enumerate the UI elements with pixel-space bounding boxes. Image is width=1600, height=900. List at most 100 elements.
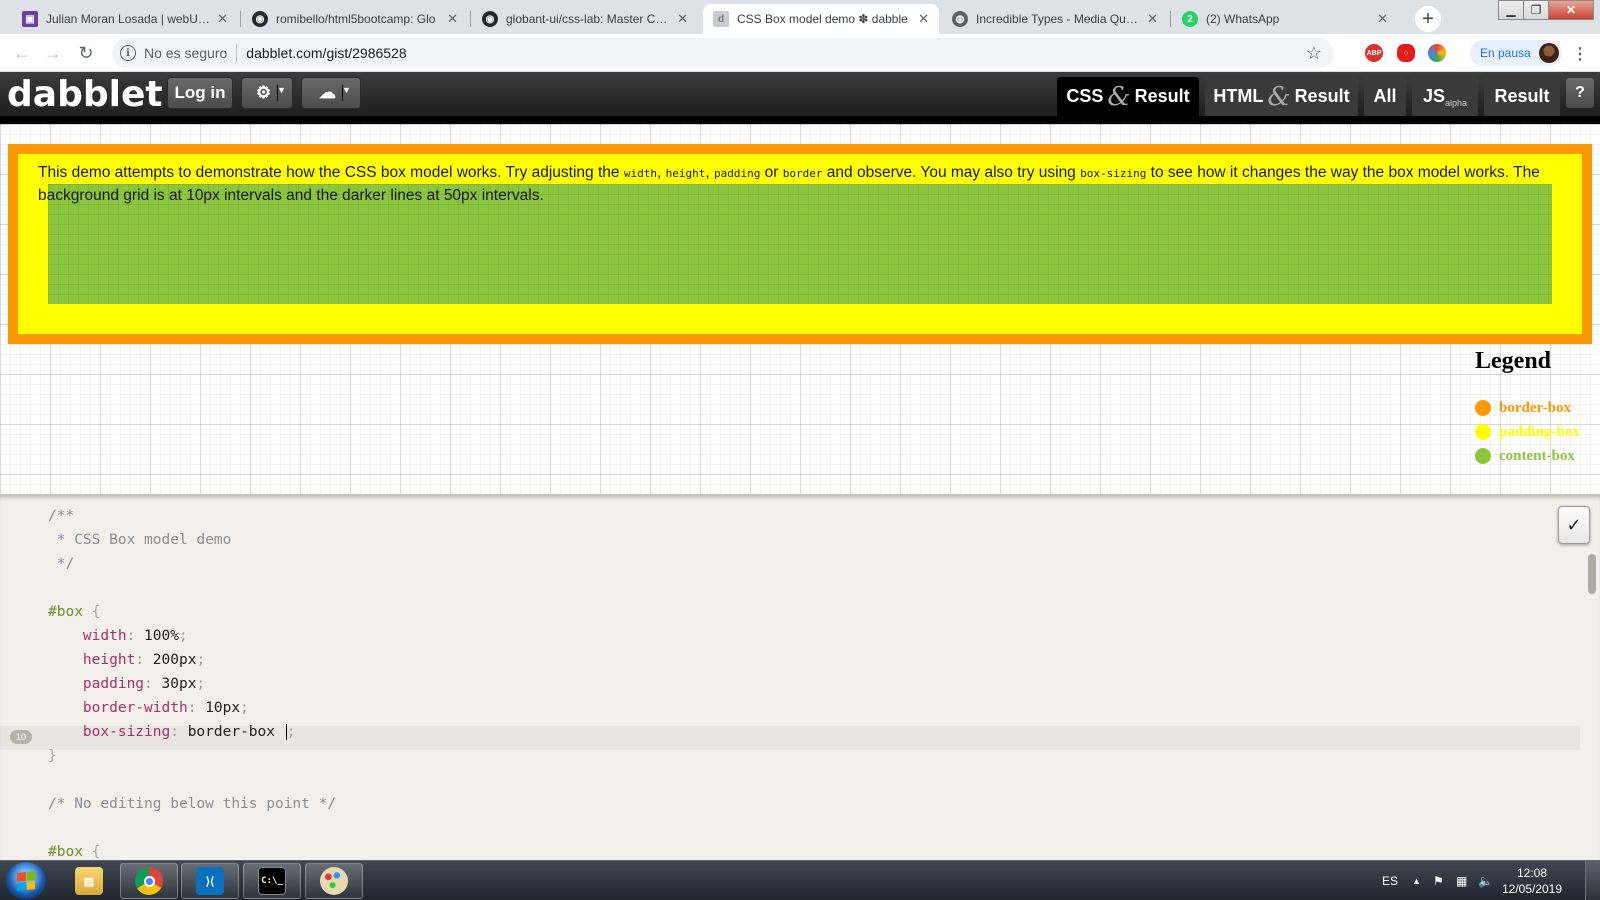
tab-separator	[1170, 11, 1171, 27]
help-button[interactable]: ?	[1566, 78, 1594, 108]
browser-tab[interactable]: ▣ Julian Moran Losada | webUIGL ✕	[12, 4, 238, 34]
info-icon[interactable]: i	[120, 45, 136, 61]
browser-tab-active[interactable]: d CSS Box model demo ✽ dabble ✕	[703, 4, 939, 34]
code-line[interactable]: padding: 30px;	[48, 672, 205, 696]
browser-tab[interactable]: ◉ romibello/html5bootcamp: Glo ✕	[242, 4, 468, 34]
code-line[interactable]: * CSS Box model demo	[48, 528, 232, 552]
forward-arrow-icon[interactable]: →	[41, 41, 65, 65]
browser-tab[interactable]: 2 (2) WhatsApp ✕	[1172, 4, 1398, 34]
back-arrow-icon[interactable]: ←	[10, 41, 34, 65]
reload-icon[interactable]: ↻	[74, 41, 98, 65]
tab-label-main: HTML	[1213, 86, 1264, 106]
text-part: and observe. You may also try using	[822, 164, 1081, 181]
tab-title: CSS Box model demo ✽ dabble	[737, 12, 908, 26]
chevron-down-icon: ▼	[342, 85, 351, 101]
code-line[interactable]: border-width: 10px;	[48, 696, 249, 720]
code-line[interactable]: height: 200px;	[48, 648, 205, 672]
tab-css-result[interactable]: CSS & Result	[1057, 77, 1199, 116]
file-explorer-icon: ▤	[75, 867, 103, 895]
dabblet-icon: d	[713, 11, 729, 27]
check-button[interactable]: ✓	[1558, 506, 1590, 544]
close-window-button[interactable]: ✕	[1548, 0, 1594, 20]
tab-js[interactable]: JS alpha	[1412, 77, 1478, 116]
clock-date: 12/05/2019	[1501, 882, 1563, 896]
tab-label-main: JS	[1422, 86, 1445, 106]
result-pane: This demo attempts to demonstrate how th…	[0, 124, 1600, 494]
legend-swatch	[1475, 400, 1491, 416]
address-bar[interactable]: i No es seguro dabblet.com/gist/2986528 …	[112, 38, 1334, 68]
browser-tab[interactable]: ◉ globant-ui/css-lab: Master CSS ✕	[472, 4, 698, 34]
tab-separator	[470, 11, 471, 27]
login-button[interactable]: Log in	[167, 77, 233, 109]
url-text[interactable]: dabblet.com/gist/2986528	[246, 45, 406, 61]
code-line-current[interactable]: box-sizing: border-box ;	[48, 720, 295, 744]
tab-html-result[interactable]: HTML & Result	[1205, 77, 1358, 116]
security-status[interactable]: No es seguro	[144, 45, 227, 61]
code-line[interactable]: /**	[48, 504, 74, 528]
profile-button[interactable]: En pausa	[1470, 40, 1562, 66]
color-picker-icon[interactable]	[1428, 44, 1446, 62]
tab-result[interactable]: Result	[1484, 77, 1560, 116]
tab-label-rest: Result	[1134, 86, 1190, 106]
action-center-icon[interactable]: ⚑	[1433, 861, 1444, 900]
volume-icon[interactable]: 🔈	[1478, 861, 1493, 900]
show-hidden-icons-icon[interactable]: ▲	[1412, 861, 1421, 900]
code-comment: /**	[48, 508, 75, 524]
code-selector: #box	[48, 604, 83, 620]
tab-label-sub: alpha	[1445, 97, 1468, 108]
cmd-icon: C:\_	[258, 867, 286, 895]
code-brace: {	[82, 604, 101, 620]
text-part: ,	[656, 164, 666, 181]
browser-tab[interactable]: ◍ Incredible Types - Media Querie ✕	[942, 4, 1168, 34]
opera-vpn-icon[interactable]: ○	[1397, 44, 1415, 62]
new-tab-button[interactable]: +	[1415, 6, 1441, 32]
legend-label: content-box	[1499, 447, 1575, 464]
code-line[interactable]: }	[48, 744, 57, 768]
vscode-icon: ⟩⟨	[196, 867, 224, 895]
start-button[interactable]	[6, 862, 46, 900]
taskbar-app-paint[interactable]	[305, 863, 363, 899]
tab-title: Incredible Types - Media Querie	[976, 12, 1142, 26]
editor-scrollbar[interactable]	[1588, 554, 1596, 594]
system-clock[interactable]: 12:08 12/05/2019	[1500, 865, 1564, 897]
tab-close-icon[interactable]: ✕	[677, 11, 688, 27]
code-line[interactable]: width: 100%;	[48, 624, 188, 648]
tab-close-icon[interactable]: ✕	[217, 11, 228, 27]
tab-close-icon[interactable]: ✕	[1377, 11, 1388, 27]
code-comment: * CSS Box model demo	[48, 532, 232, 548]
bookmark-star-icon[interactable]: ☆	[1306, 43, 1322, 64]
legend-title: Legend	[1475, 348, 1552, 374]
cloud-save-button[interactable]: ☁ ▼	[301, 77, 361, 109]
taskbar-app-vscode[interactable]: ⟩⟨	[181, 863, 239, 899]
taskbar-app-file-explorer[interactable]: ▤	[60, 863, 118, 899]
tab-title: globant-ui/css-lab: Master CSS	[506, 12, 672, 26]
code-property: border-width	[82, 700, 188, 716]
code-line[interactable]: */	[48, 552, 74, 576]
browser-tabstrip: ▣ Julian Moran Losada | webUIGL ✕ ◉ romi…	[0, 0, 1600, 34]
code-line[interactable]: /* No editing below this point */	[48, 792, 336, 816]
tab-close-icon[interactable]: ✕	[918, 11, 929, 27]
settings-button[interactable]: ⚙ ▼	[241, 77, 293, 109]
adblock-plus-icon[interactable]: ABP	[1365, 44, 1383, 62]
network-icon[interactable]: ▦	[1456, 861, 1467, 900]
taskbar-app-chrome[interactable]	[120, 863, 178, 899]
language-indicator[interactable]: ES	[1382, 861, 1398, 900]
header-bottom-bar	[0, 116, 1600, 124]
maximize-window-button[interactable]: ❐	[1523, 0, 1549, 20]
minimize-window-button[interactable]: ▁	[1498, 0, 1524, 20]
tab-label-rest: Result	[1294, 86, 1350, 106]
dabblet-logo[interactable]: dabblet	[7, 72, 163, 116]
tab-all[interactable]: All	[1364, 77, 1406, 116]
text-part: or	[760, 164, 783, 181]
css-editor[interactable]: 10 /** * CSS Box model demo */ #box { wi…	[0, 494, 1600, 860]
menu-kebab-icon[interactable]: ⋮	[1572, 44, 1588, 64]
code-line[interactable]: #box {	[48, 600, 100, 624]
code-line[interactable]: #box {	[48, 840, 100, 860]
chevron-down-icon: ▼	[277, 85, 286, 101]
tab-close-icon[interactable]: ✕	[447, 11, 458, 27]
taskbar-app-cmd[interactable]: C:\_	[243, 863, 301, 899]
globe-icon: ◍	[952, 11, 968, 27]
tab-close-icon[interactable]: ✕	[1147, 11, 1158, 27]
show-desktop-button[interactable]	[1585, 861, 1600, 900]
clock-time: 12:08	[1516, 866, 1548, 880]
